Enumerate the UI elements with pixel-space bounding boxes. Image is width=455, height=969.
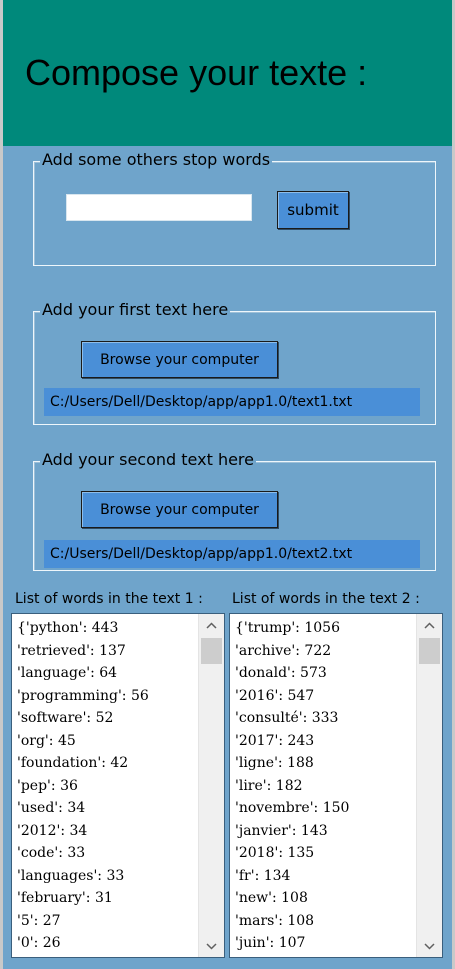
- list-item[interactable]: '2012': 34: [17, 820, 149, 843]
- list-item[interactable]: '2017': 243: [235, 730, 349, 753]
- list-item[interactable]: 'new': 108: [235, 887, 349, 910]
- list2-label: List of words in the text 2 :: [232, 591, 420, 607]
- second-text-group: Add your second text here Browse your co…: [33, 450, 436, 571]
- browse-first-text-button[interactable]: Browse your computer: [81, 341, 278, 378]
- window-left-edge: [0, 0, 3, 969]
- word-list-1-items: {'python': 443 'retrieved': 137 'languag…: [17, 617, 149, 955]
- list-item[interactable]: 'mars': 108: [235, 910, 349, 933]
- chevron-up-icon[interactable]: [199, 614, 224, 636]
- header-banner: Compose your texte :: [3, 0, 452, 146]
- submit-button[interactable]: submit: [277, 191, 349, 229]
- first-text-group-label: Add your first text here: [40, 300, 231, 319]
- list-item[interactable]: 'juin': 107: [235, 932, 349, 955]
- list-item[interactable]: 'code': 33: [17, 842, 149, 865]
- second-text-group-label: Add your second text here: [40, 450, 256, 469]
- list-item[interactable]: '2016': 547: [235, 685, 349, 708]
- word-list-2[interactable]: {'trump': 1056 'archive': 722 'donald': …: [229, 613, 443, 958]
- list-item[interactable]: 'used': 34: [17, 797, 149, 820]
- list-item[interactable]: 'archive': 722: [235, 640, 349, 663]
- list-item[interactable]: 'languages': 33: [17, 865, 149, 888]
- list-item[interactable]: 'janvier': 143: [235, 820, 349, 843]
- list-item[interactable]: 'fr': 134: [235, 865, 349, 888]
- list-item[interactable]: {'python': 443: [17, 617, 149, 640]
- list-item[interactable]: 'org': 45: [17, 730, 149, 753]
- list-item[interactable]: 'consulté': 333: [235, 707, 349, 730]
- list-item[interactable]: '0': 26: [17, 932, 149, 955]
- word-list-1-scroll-thumb[interactable]: [201, 638, 222, 664]
- word-list-2-items: {'trump': 1056 'archive': 722 'donald': …: [235, 617, 349, 955]
- list-item[interactable]: 'retrieved': 137: [17, 640, 149, 663]
- list-item[interactable]: '5': 27: [17, 910, 149, 933]
- list-item[interactable]: 'pep': 36: [17, 775, 149, 798]
- stop-words-group: Add some others stop words submit: [33, 150, 436, 266]
- list-item[interactable]: 'lire': 182: [235, 775, 349, 798]
- list-item[interactable]: 'ligne': 188: [235, 752, 349, 775]
- chevron-down-icon[interactable]: [417, 935, 442, 957]
- word-list-1[interactable]: {'python': 443 'retrieved': 137 'languag…: [11, 613, 225, 958]
- first-text-group: Add your first text here Browse your com…: [33, 300, 436, 425]
- first-text-path: C:/Users/Dell/Desktop/app/app1.0/text1.t…: [44, 388, 420, 416]
- list-item[interactable]: 'language': 64: [17, 662, 149, 685]
- word-list-1-scrollbar[interactable]: [198, 614, 224, 957]
- chevron-down-icon[interactable]: [199, 935, 224, 957]
- list-item[interactable]: '2018': 135: [235, 842, 349, 865]
- list-item[interactable]: {'trump': 1056: [235, 617, 349, 640]
- list-item[interactable]: 'programming': 56: [17, 685, 149, 708]
- word-list-2-scrollbar[interactable]: [416, 614, 442, 957]
- chevron-up-icon[interactable]: [417, 614, 442, 636]
- page-title: Compose your texte :: [25, 52, 368, 93]
- second-text-path: C:/Users/Dell/Desktop/app/app1.0/text2.t…: [44, 540, 420, 568]
- list-item[interactable]: 'foundation': 42: [17, 752, 149, 775]
- list-item[interactable]: 'software': 52: [17, 707, 149, 730]
- list-item[interactable]: 'february': 31: [17, 887, 149, 910]
- browse-second-text-button[interactable]: Browse your computer: [81, 491, 278, 528]
- list1-label: List of words in the text 1 :: [15, 591, 203, 607]
- stop-words-group-label: Add some others stop words: [40, 150, 273, 169]
- list-item[interactable]: 'novembre': 150: [235, 797, 349, 820]
- list-item[interactable]: 'donald': 573: [235, 662, 349, 685]
- stop-words-input[interactable]: [66, 194, 252, 221]
- word-list-2-scroll-thumb[interactable]: [419, 638, 440, 664]
